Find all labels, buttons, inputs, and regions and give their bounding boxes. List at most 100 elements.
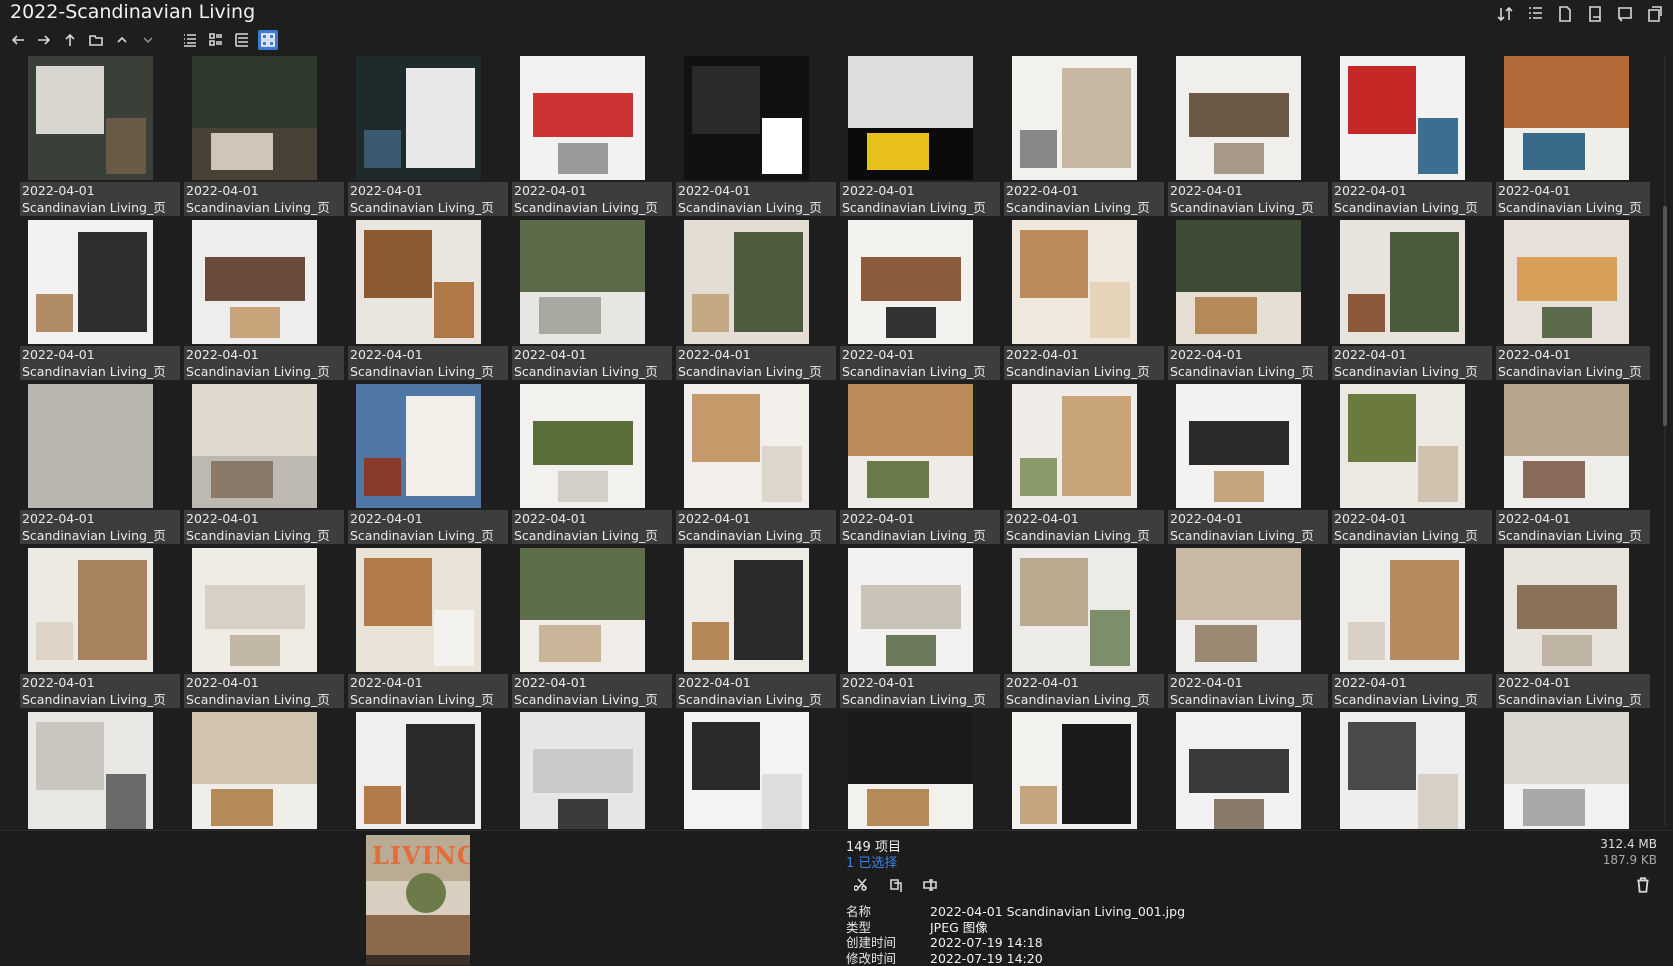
thumbnail-item[interactable] (1328, 710, 1492, 829)
thumbnail-item[interactable]: 2022-04-01 Scandinavian Living_页面_036 (16, 218, 180, 382)
thumbnail-item[interactable]: 2022-04-01 Scandinavian Living_页面_049 (508, 382, 672, 546)
scrollbar-thumb[interactable] (1663, 206, 1667, 426)
thumbnail-image (1504, 56, 1629, 180)
thumbnail-item[interactable]: 2022-04-01 Scandinavian Living_页面_052 (1000, 382, 1164, 546)
sort-icon[interactable] (1495, 4, 1515, 24)
thumbnail-caption: 2022-04-01 Scandinavian Living_页面_051 (840, 510, 1000, 544)
thumbnail-item[interactable]: 2022-04-01 Scandinavian Living_页面_042 (1000, 218, 1164, 382)
thumbnail-item[interactable]: 2022-04-01 Scandinavian Living_页面_063 (1164, 546, 1328, 710)
thumbnail-image (520, 548, 645, 672)
file-icon[interactable] (1555, 4, 1575, 24)
thumbnail-item[interactable] (344, 710, 508, 829)
thumbnail-image (192, 220, 317, 344)
thumbnail-image (1504, 548, 1629, 672)
metadata-key: 类型 (846, 920, 930, 936)
thumbnail-item[interactable]: 2022-04-01 Scandinavian Living_页面_046 (16, 382, 180, 546)
thumbnail-item[interactable]: 2022-04-01 Scandinavian Living_页面_050 (672, 382, 836, 546)
size-summary: 312.4 MB 187.9 KB (1600, 836, 1657, 868)
thumbnail-view-icon[interactable] (258, 30, 278, 50)
thumbnail-item[interactable]: 2022-04-01 Scandinavian Living_页面_043 (1164, 218, 1328, 382)
thumbnail-item[interactable]: 2022-04-01 Scandinavian Living_页面_048 (344, 382, 508, 546)
thumbnail-item[interactable]: 2022-04-01 Scandinavian Living_页面_056 (16, 546, 180, 710)
thumbnail-item[interactable]: 2022-04-01 Scandinavian Living_页面_055 (1492, 382, 1650, 546)
thumbnail-item[interactable]: 2022-04-01 Scandinavian Living_页面_034 (1328, 54, 1492, 218)
up-arrow-icon[interactable] (60, 30, 80, 50)
thumbnail-item[interactable]: 2022-04-01 Scandinavian Living_页面_037 (180, 218, 344, 382)
thumbnail-item[interactable] (1000, 710, 1164, 829)
thumbnail-item[interactable]: 2022-04-01 Scandinavian Living_页面_061 (836, 546, 1000, 710)
thumbnail-item[interactable]: 2022-04-01 Scandinavian Living_页面_065 (1492, 546, 1650, 710)
folder-icon[interactable] (86, 30, 106, 50)
list-view-icon[interactable] (180, 30, 200, 50)
rename-icon[interactable] (920, 875, 940, 895)
back-arrow-icon[interactable] (8, 30, 28, 50)
thumbnail-caption: 2022-04-01 Scandinavian Living_页面_064 (1332, 674, 1492, 708)
thumbnail-caption: 2022-04-01 Scandinavian Living_页面_060 (676, 674, 836, 708)
thumbnail-caption: 2022-04-01 Scandinavian Living_页面_049 (512, 510, 672, 544)
thumbnail-item[interactable]: 2022-04-01 Scandinavian Living_页面_031 (836, 54, 1000, 218)
thumbnail-caption: 2022-04-01 Scandinavian Living_页面_028 (348, 182, 508, 216)
thumbnail-item[interactable]: 2022-04-01 Scandinavian Living_页面_033 (1164, 54, 1328, 218)
cut-icon[interactable] (852, 875, 872, 895)
thumbnail-item[interactable]: 2022-04-01 Scandinavian Living_页面_039 (508, 218, 672, 382)
thumbnail-item[interactable]: 2022-04-01 Scandinavian Living_页面_038 (344, 218, 508, 382)
trash-icon[interactable] (1633, 875, 1653, 895)
thumbnail-item[interactable] (508, 710, 672, 829)
thumbnail-item[interactable] (1164, 710, 1328, 829)
thumbnail-item[interactable]: 2022-04-01 Scandinavian Living_页面_062 (1000, 546, 1164, 710)
thumbnail-item[interactable]: 2022-04-01 Scandinavian Living_页面_027 (180, 54, 344, 218)
vertical-scrollbar[interactable] (1661, 56, 1669, 826)
thumbnail-item[interactable]: 2022-04-01 Scandinavian Living_页面_032 (1000, 54, 1164, 218)
thumbnail-caption: 2022-04-01 Scandinavian Living_页面_030 (676, 182, 836, 216)
thumbnail-image (1176, 384, 1301, 508)
thumbnail-caption: 2022-04-01 Scandinavian Living_页面_036 (20, 346, 180, 380)
thumbnail-caption: 2022-04-01 Scandinavian Living_页面_040 (676, 346, 836, 380)
thumbnail-image (1340, 384, 1465, 508)
thumbnail-image (28, 220, 153, 344)
thumbnail-caption: 2022-04-01 Scandinavian Living_页面_027 (184, 182, 344, 216)
thumbnail-item[interactable]: 2022-04-01 Scandinavian Living_页面_058 (344, 546, 508, 710)
thumbnail-item[interactable]: 2022-04-01 Scandinavian Living_页面_057 (180, 546, 344, 710)
thumbnail-item[interactable]: 2022-04-01 Scandinavian Living_页面_047 (180, 382, 344, 546)
forward-arrow-icon[interactable] (34, 30, 54, 50)
thumbnail-item[interactable]: 2022-04-01 Scandinavian Living_页面_041 (836, 218, 1000, 382)
details-view-icon[interactable] (206, 30, 226, 50)
expand-icon[interactable] (1585, 4, 1605, 24)
chevron-up-icon[interactable] (112, 30, 132, 50)
panel-icon[interactable] (1615, 4, 1635, 24)
thumbnail-caption: 2022-04-01 Scandinavian Living_页面_062 (1004, 674, 1164, 708)
thumbnail-item[interactable]: 2022-04-01 Scandinavian Living_页面_028 (344, 54, 508, 218)
copy-icon[interactable] (886, 875, 906, 895)
thumbnail-item[interactable]: 2022-04-01 Scandinavian Living_页面_051 (836, 382, 1000, 546)
thumbnail-image (1504, 220, 1629, 344)
thumbnail-caption: 2022-04-01 Scandinavian Living_页面_061 (840, 674, 1000, 708)
thumbnail-item[interactable]: 2022-04-01 Scandinavian Living_页面_044 (1328, 218, 1492, 382)
thumbnail-item[interactable] (672, 710, 836, 829)
chevron-down-icon[interactable] (138, 30, 158, 50)
thumbnail-item[interactable]: 2022-04-01 Scandinavian Living_页面_030 (672, 54, 836, 218)
thumbnail-item[interactable] (16, 710, 180, 829)
thumbnail-item[interactable]: 2022-04-01 Scandinavian Living_页面_060 (672, 546, 836, 710)
thumbnail-caption: 2022-04-01 Scandinavian Living_页面_058 (348, 674, 508, 708)
thumbnail-item[interactable] (180, 710, 344, 829)
thumbnail-item[interactable]: 2022-04-01 Scandinavian Living_页面_035 (1492, 54, 1650, 218)
thumbnail-item[interactable]: 2022-04-01 Scandinavian Living_页面_029 (508, 54, 672, 218)
thumbnail-item[interactable]: 2022-04-01 Scandinavian Living_页面_045 (1492, 218, 1650, 382)
thumbnail-item[interactable] (836, 710, 1000, 829)
thumbnail-caption: 2022-04-01 Scandinavian Living_页面_044 (1332, 346, 1492, 380)
thumbnail-item[interactable]: 2022-04-01 Scandinavian Living_页面_040 (672, 218, 836, 382)
thumbnail-image (1340, 220, 1465, 344)
tree-view-icon[interactable] (232, 30, 252, 50)
group-icon[interactable] (1525, 4, 1545, 24)
thumbnail-item[interactable]: 2022-04-01 Scandinavian Living_页面_026 (16, 54, 180, 218)
thumbnail-item[interactable] (1492, 710, 1650, 829)
thumbnail-item[interactable]: 2022-04-01 Scandinavian Living_页面_054 (1328, 382, 1492, 546)
thumbnail-caption: 2022-04-01 Scandinavian Living_页面_029 (512, 182, 672, 216)
thumbnail-image (28, 384, 153, 508)
metadata-value: 2022-04-01 Scandinavian Living_001.jpg (930, 904, 1185, 920)
copy-window-icon[interactable] (1645, 4, 1665, 24)
selected-size: 187.9 KB (1600, 852, 1657, 868)
thumbnail-item[interactable]: 2022-04-01 Scandinavian Living_页面_053 (1164, 382, 1328, 546)
thumbnail-item[interactable]: 2022-04-01 Scandinavian Living_页面_064 (1328, 546, 1492, 710)
thumbnail-item[interactable]: 2022-04-01 Scandinavian Living_页面_059 (508, 546, 672, 710)
